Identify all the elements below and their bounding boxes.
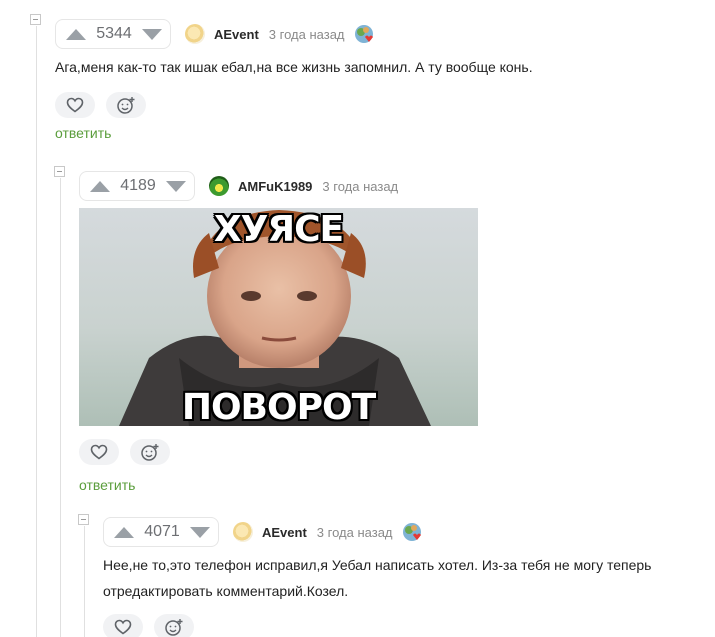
- downvote-arrow-icon[interactable]: [166, 180, 186, 192]
- add-reaction-button[interactable]: [106, 92, 146, 118]
- comment-header: 5344 AEvent 3 года назад: [55, 19, 695, 49]
- comment-actions: [55, 92, 695, 118]
- comment-3: 4071 AEvent 3 года назад Нее,не то,это т…: [103, 517, 673, 637]
- add-reaction-button[interactable]: [130, 439, 170, 465]
- user-avatar[interactable]: [209, 176, 229, 196]
- meme-top-caption: ХУЯСЕ: [213, 209, 344, 250]
- author-name[interactable]: AEvent: [214, 27, 259, 42]
- comment-actions: [103, 614, 673, 637]
- downvote-arrow-icon[interactable]: [190, 526, 210, 538]
- thread-line-3: [84, 526, 85, 637]
- collapse-thread-toggle-2[interactable]: [54, 166, 65, 177]
- emoji-add-icon: [117, 97, 135, 114]
- comment-text: Ага,меня как-то так ишак ебал,на все жиз…: [55, 59, 533, 75]
- emoji-add-icon: [141, 444, 159, 461]
- downvote-arrow-icon[interactable]: [142, 28, 162, 40]
- like-button[interactable]: [103, 614, 143, 637]
- meme-image[interactable]: ХУЯСЕ ПОВОРОТ: [79, 208, 478, 426]
- thread-line-1: [36, 26, 37, 637]
- rating-control: 4189: [79, 171, 195, 201]
- heart-icon: [90, 444, 108, 460]
- meme-bottom-caption: ПОВОРОТ: [181, 387, 376, 426]
- comment-header: 4189 AMFuK1989 3 года назад: [79, 171, 398, 201]
- add-reaction-button[interactable]: [154, 614, 194, 637]
- upvote-arrow-icon[interactable]: [114, 526, 134, 538]
- thread-line-2: [60, 178, 61, 637]
- rating-control: 4071: [103, 517, 219, 547]
- reply-link[interactable]: ответить: [55, 125, 695, 141]
- comment-header: 4071 AEvent 3 года назад: [103, 517, 673, 547]
- collapse-thread-toggle-1[interactable]: [30, 14, 41, 25]
- award-badge-icon[interactable]: [354, 24, 374, 44]
- author-name[interactable]: AMFuK1989: [238, 179, 312, 194]
- heart-icon: [114, 619, 132, 635]
- collapse-thread-toggle-3[interactable]: [78, 514, 89, 525]
- comment-1: 5344 AEvent 3 года назад Ага,меня как-то…: [55, 19, 695, 141]
- user-avatar[interactable]: [233, 522, 253, 542]
- like-button[interactable]: [55, 92, 95, 118]
- comment-2: 4189 AMFuK1989 3 года назад: [79, 171, 398, 201]
- user-avatar[interactable]: [185, 24, 205, 44]
- comment-2-footer: ответить: [79, 439, 170, 493]
- comment-actions: [79, 439, 170, 465]
- comment-text: Нее,не то,это телефон исправил,я Уебал н…: [103, 557, 652, 599]
- like-button[interactable]: [79, 439, 119, 465]
- rating-value: 4189: [120, 177, 156, 194]
- comment-time[interactable]: 3 года назад: [269, 27, 345, 42]
- upvote-arrow-icon[interactable]: [66, 28, 86, 40]
- heart-icon: [66, 97, 84, 113]
- award-badge-icon[interactable]: [402, 522, 422, 542]
- comment-time[interactable]: 3 года назад: [322, 179, 398, 194]
- comment-time[interactable]: 3 года назад: [317, 525, 393, 540]
- rating-value: 5344: [96, 25, 132, 42]
- emoji-add-icon: [165, 619, 183, 636]
- rating-control: 5344: [55, 19, 171, 49]
- rating-value: 4071: [144, 523, 180, 540]
- upvote-arrow-icon[interactable]: [90, 180, 110, 192]
- author-name[interactable]: AEvent: [262, 525, 307, 540]
- reply-link[interactable]: ответить: [79, 477, 170, 493]
